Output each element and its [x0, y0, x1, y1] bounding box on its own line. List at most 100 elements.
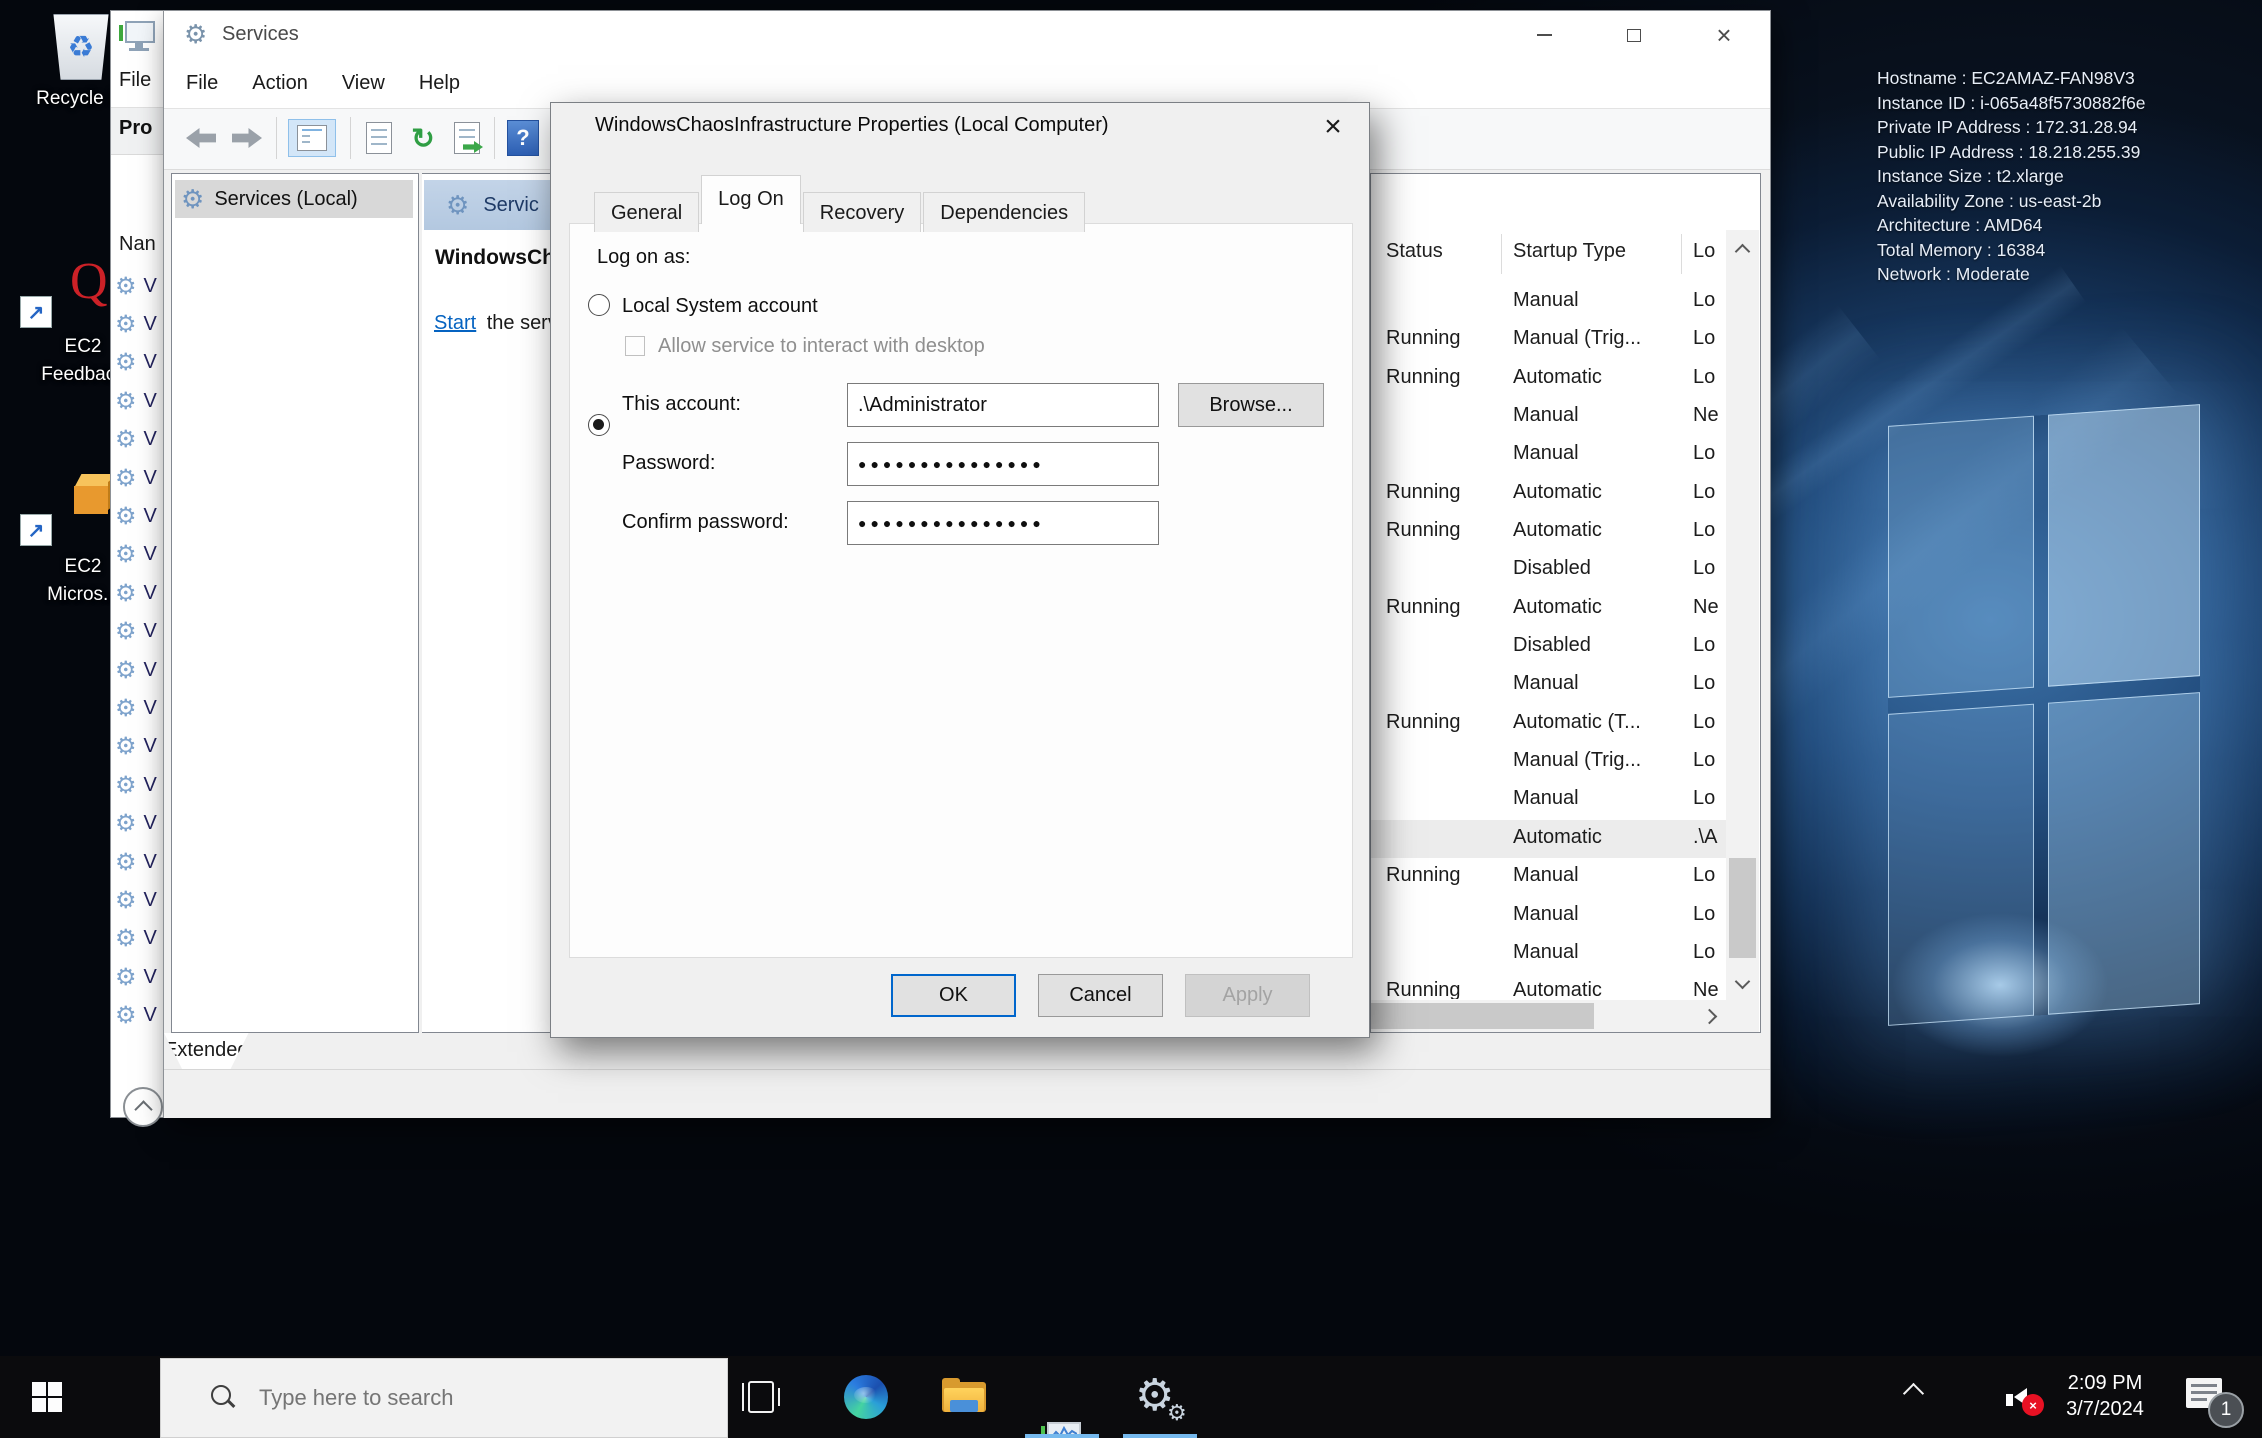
search-input[interactable] — [257, 1384, 641, 1412]
cancel-button[interactable]: Cancel — [1038, 974, 1163, 1017]
background-service-row[interactable]: V — [115, 766, 169, 804]
minimize-button[interactable] — [1511, 11, 1577, 59]
confirm-password-field[interactable]: ●●●●●●●●●●●●●●● — [847, 501, 1159, 545]
service-row[interactable]: Manual Lo — [1371, 897, 1726, 935]
dialog-tab[interactable]: General — [594, 192, 699, 232]
background-service-row[interactable]: V — [115, 728, 169, 766]
account-field[interactable]: .\Administrator — [847, 383, 1159, 427]
background-service-row[interactable]: V — [115, 305, 169, 343]
scroll-down-button[interactable] — [1726, 962, 1759, 1000]
column-header-logon[interactable]: Lo — [1693, 240, 1715, 263]
scrollbar-thumb[interactable] — [1371, 1003, 1594, 1029]
background-service-row[interactable]: V — [115, 689, 169, 727]
dialog-titlebar[interactable]: WindowsChaosInfrastructure Properties (L… — [551, 103, 1369, 149]
tree-root-services-local[interactable]: Services (Local) — [175, 180, 413, 218]
dialog-tab[interactable]: Log On — [701, 175, 801, 224]
scrollbar-thumb[interactable] — [1729, 858, 1756, 958]
service-row[interactable]: Running Automatic Lo — [1371, 475, 1726, 513]
service-row[interactable]: Manual (Trig... Lo — [1371, 743, 1726, 781]
local-system-radio[interactable] — [588, 294, 610, 316]
services-titlebar[interactable]: Services — [164, 11, 1770, 59]
scroll-up-button[interactable] — [1726, 230, 1759, 272]
horizontal-scrollbar[interactable] — [1371, 1000, 1759, 1032]
service-row[interactable]: Running Automatic (T... Lo — [1371, 705, 1726, 743]
dialog-tab[interactable]: Dependencies — [923, 192, 1085, 232]
close-button[interactable] — [1691, 11, 1757, 59]
background-window-file-menu[interactable]: File — [119, 69, 151, 92]
tray-expand-button[interactable] — [1906, 1386, 1921, 1406]
maximize-button[interactable] — [1601, 11, 1667, 59]
name-column-header[interactable]: Nan — [119, 233, 156, 256]
show-console-tree-button[interactable] — [288, 119, 336, 157]
service-row[interactable]: Manual Lo — [1371, 935, 1726, 973]
background-service-row[interactable]: V — [115, 843, 169, 881]
service-row[interactable]: Manual Lo — [1371, 436, 1726, 474]
scroll-right-button[interactable] — [1691, 1000, 1728, 1032]
this-account-label[interactable]: This account: — [622, 393, 741, 416]
services-taskbar-icon[interactable] — [1135, 1370, 1191, 1426]
help-button[interactable] — [504, 119, 542, 157]
service-row[interactable]: Running Automatic Ne — [1371, 973, 1726, 999]
taskbar-clock[interactable]: 2:09 PM 3/7/2024 — [2040, 1370, 2170, 1422]
refresh-button[interactable] — [404, 119, 442, 157]
dialog-close-button[interactable] — [1303, 107, 1363, 147]
background-service-row[interactable]: V — [115, 344, 169, 382]
menu-item[interactable]: File — [186, 72, 218, 95]
background-service-row[interactable]: V — [115, 421, 169, 459]
apply-button[interactable]: Apply — [1185, 974, 1310, 1017]
service-row[interactable]: Running Manual Lo — [1371, 858, 1726, 896]
menu-item[interactable]: Action — [252, 72, 308, 95]
menu-item[interactable]: Help — [419, 72, 460, 95]
service-row[interactable]: Manual Lo — [1371, 666, 1726, 704]
service-row[interactable]: Running Automatic Lo — [1371, 360, 1726, 398]
service-row[interactable]: Manual Lo — [1371, 781, 1726, 819]
service-row[interactable]: Disabled Lo — [1371, 628, 1726, 666]
service-row[interactable]: Running Manual (Trig... Lo — [1371, 321, 1726, 359]
back-button[interactable] — [182, 119, 220, 157]
background-service-row[interactable]: V — [115, 651, 169, 689]
background-service-row[interactable]: V — [115, 958, 169, 996]
background-service-row[interactable]: V — [115, 613, 169, 651]
background-service-row[interactable]: V — [115, 996, 169, 1027]
view-tab[interactable]: Extended — [164, 1033, 249, 1069]
column-header-startup-type[interactable]: Startup Type — [1513, 240, 1626, 263]
this-account-radio[interactable] — [588, 414, 610, 436]
service-row[interactable]: Disabled Lo — [1371, 551, 1726, 589]
service-row[interactable]: Manual Lo — [1371, 283, 1726, 321]
service-row[interactable]: Running Automatic Ne — [1371, 590, 1726, 628]
background-window[interactable]: File Pro Nan V V V V V V — [110, 10, 168, 1118]
password-field[interactable]: ●●●●●●●●●●●●●●● — [847, 442, 1159, 486]
service-row[interactable]: Automatic .\A — [1371, 820, 1726, 858]
local-system-label[interactable]: Local System account — [622, 295, 818, 318]
background-service-row[interactable]: V — [115, 267, 169, 305]
background-service-row[interactable]: V — [115, 497, 169, 535]
background-service-row[interactable]: V — [115, 459, 169, 497]
task-view-button[interactable] — [742, 1380, 788, 1414]
export-list-button[interactable] — [448, 119, 486, 157]
browse-button[interactable]: Browse... — [1178, 383, 1324, 427]
vertical-scrollbar[interactable] — [1726, 230, 1759, 1000]
edge-browser-icon[interactable] — [844, 1375, 888, 1419]
background-service-row[interactable]: V — [115, 920, 169, 958]
background-service-row[interactable]: V — [115, 574, 169, 612]
background-service-row[interactable]: V — [115, 804, 169, 842]
file-explorer-icon[interactable] — [942, 1378, 986, 1418]
start-button[interactable] — [16, 1356, 78, 1438]
background-window-toolbar-label[interactable]: Pro — [119, 117, 152, 140]
background-service-row[interactable]: V — [115, 382, 169, 420]
action-center-button[interactable]: 1 — [2186, 1378, 2246, 1428]
forward-button[interactable] — [228, 119, 266, 157]
search-box[interactable] — [160, 1358, 728, 1438]
background-service-row[interactable]: V — [115, 536, 169, 574]
collapse-chevron-button[interactable] — [123, 1087, 163, 1127]
start-service-link[interactable]: Start — [434, 312, 476, 334]
interact-desktop-checkbox[interactable] — [625, 336, 645, 356]
service-row[interactable]: Manual Ne — [1371, 398, 1726, 436]
background-service-row[interactable]: V — [115, 881, 169, 919]
menu-item[interactable]: View — [342, 72, 385, 95]
ok-button[interactable]: OK — [891, 974, 1016, 1017]
service-row[interactable]: Running Automatic Lo — [1371, 513, 1726, 551]
properties-button[interactable] — [360, 119, 398, 157]
column-header-status[interactable]: Status — [1386, 240, 1443, 263]
dialog-tab[interactable]: Recovery — [803, 192, 921, 232]
